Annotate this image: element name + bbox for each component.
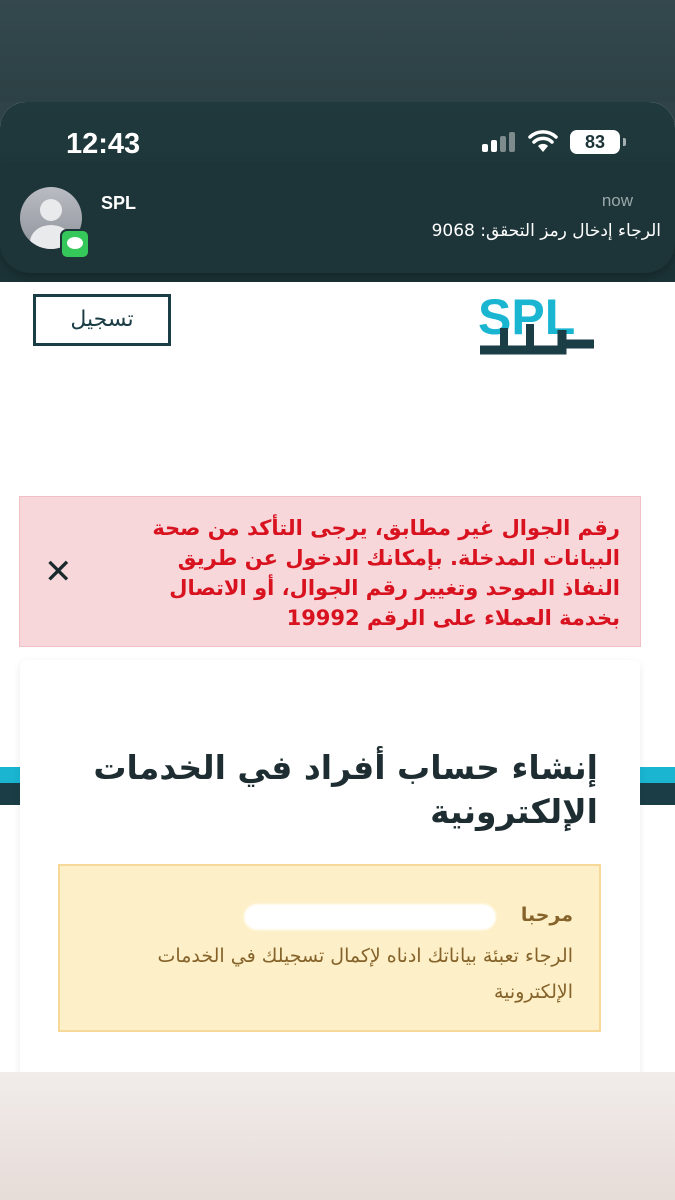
instructions-text: الرجاء تعبئة بياناتك ادناه لإكمال تسجيلك… (157, 945, 573, 1003)
status-bar: 12:43 83 SPL now الرجاء إدخال رمز التحقق… (0, 102, 675, 282)
wifi-icon (528, 130, 558, 152)
sms-notification[interactable]: SPL now الرجاء إدخال رمز التحقق: 9068 (0, 165, 675, 273)
error-message: رقم الجوال غير مطابق، يرجى التأكد من صحة… (152, 516, 620, 630)
status-time: 12:43 (66, 128, 141, 160)
page-content: تسجيل SPL ✕ رقم الجوال غير مطابق، يرجى ا… (0, 282, 675, 1072)
greeting-text: مرحبا (520, 904, 573, 926)
notification-body: الرجاء إدخال رمز التحقق: 9068 (431, 221, 661, 241)
page-title: إنشاء حساب أفراد في الخدمات الإلكترونية (93, 748, 598, 831)
bottom-area (0, 1072, 675, 1200)
notification-time: now (601, 191, 633, 210)
background-band (0, 0, 675, 102)
welcome-info-box: مرحبا الرجاء تعبئة بياناتك ادناه لإكمال … (58, 864, 601, 1032)
close-icon[interactable]: ✕ (44, 553, 73, 591)
notification-sender: SPL (101, 193, 137, 213)
error-alert: ✕ رقم الجوال غير مطابق، يرجى التأكد من ص… (19, 496, 641, 647)
register-button[interactable]: تسجيل (33, 294, 171, 346)
messages-app-icon (60, 229, 90, 259)
battery-icon: 83 (570, 130, 626, 154)
spl-logo-icon: SPL (478, 289, 594, 355)
registration-card: إنشاء حساب أفراد في الخدمات الإلكترونية … (20, 660, 640, 1072)
redacted-name (244, 904, 496, 930)
phone-screen: 12:43 83 SPL now الرجاء إدخال رمز التحقق… (0, 102, 675, 1072)
